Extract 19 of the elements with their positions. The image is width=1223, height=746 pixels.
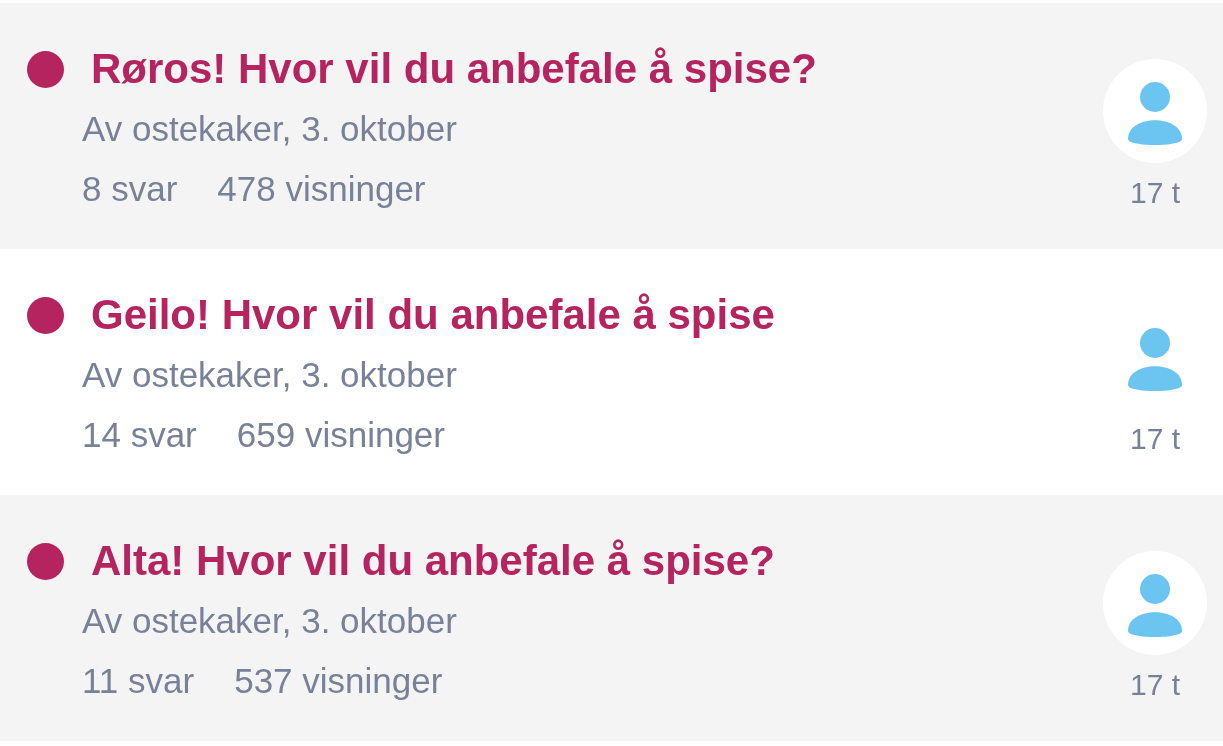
reply-count: 14 svar (82, 414, 197, 456)
age-label: 17 t (1129, 667, 1180, 703)
topic-title[interactable]: Geilo! Hvor vil du anbefale å spise (91, 291, 775, 339)
topic-title[interactable]: Alta! Hvor vil du anbefale å spise? (91, 537, 775, 585)
view-count: 537 visninger (234, 660, 443, 702)
user-avatar-icon (1103, 551, 1207, 655)
view-count: 659 visninger (236, 414, 445, 456)
user-avatar-icon (1103, 59, 1207, 163)
view-count: 478 visninger (217, 168, 426, 210)
topic-row[interactable]: Røros! Hvor vil du anbefale å spise? Av ostekaker, 3. oktober 8 svar 478 visninger 17 t (0, 3, 1223, 249)
reply-count: 8 svar (82, 168, 178, 210)
topic-title[interactable]: Røros! Hvor vil du anbefale å spise? (91, 45, 817, 93)
age-label: 17 t (1129, 421, 1180, 457)
reply-count: 11 svar (82, 660, 195, 702)
byline: Av ostekaker, 3. oktober (82, 108, 458, 150)
age-label: 17 t (1129, 175, 1180, 211)
byline: Av ostekaker, 3. oktober (82, 354, 458, 396)
topic-row[interactable]: Alta! Hvor vil du anbefale å spise? Av ostekaker, 3. oktober 11 svar 537 visninger 17 t (0, 495, 1223, 741)
byline: Av ostekaker, 3. oktober (82, 600, 458, 642)
